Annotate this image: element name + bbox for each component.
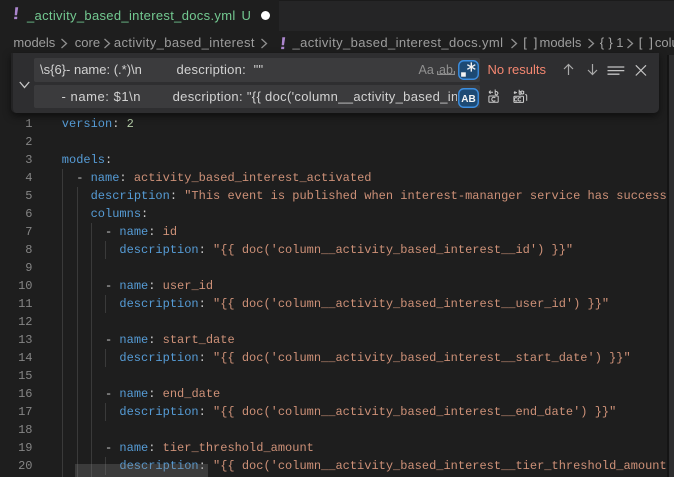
svg-text:AB: AB bbox=[461, 93, 475, 104]
